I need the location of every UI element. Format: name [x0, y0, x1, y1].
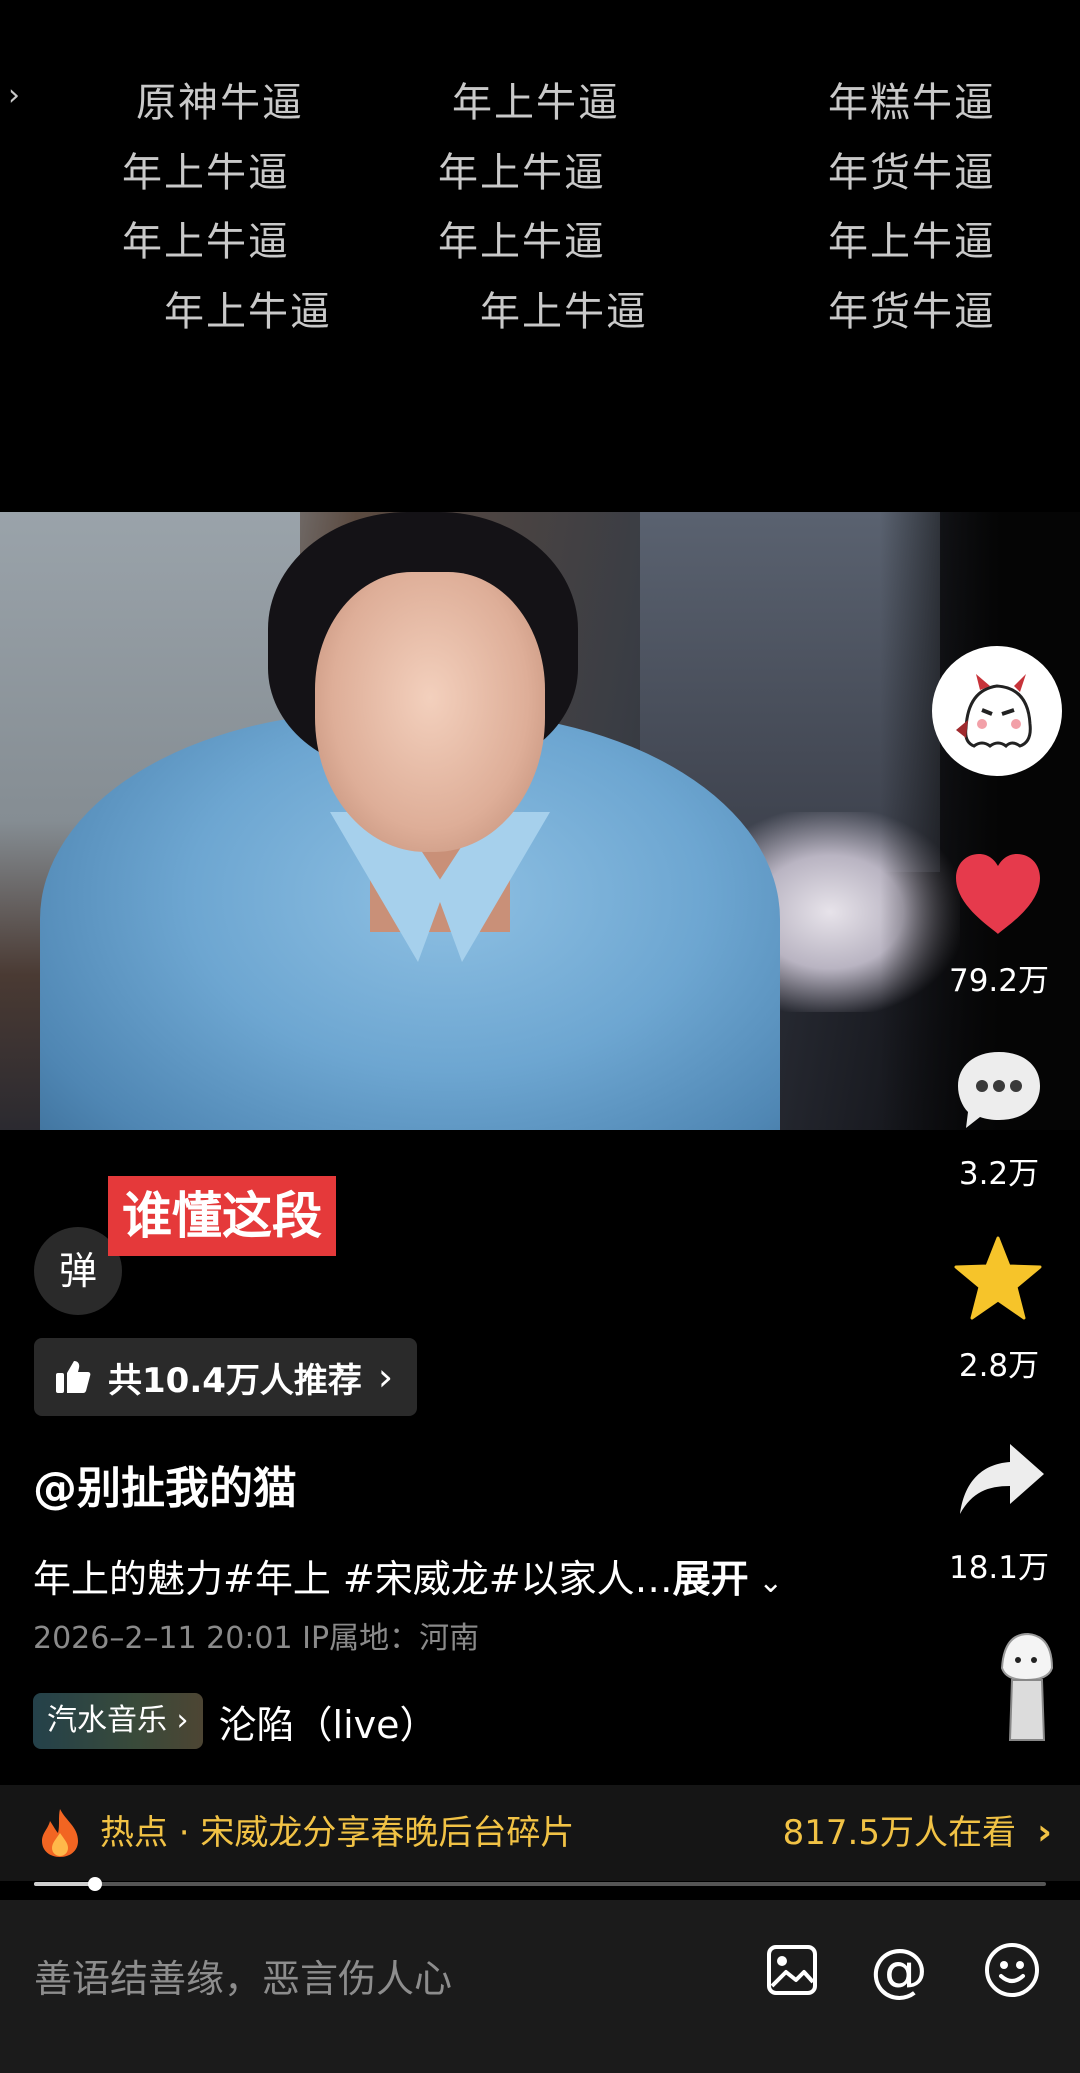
- like-heart-icon[interactable]: [952, 852, 1044, 936]
- chevron-right-icon: ›: [1037, 1812, 1052, 1853]
- mention-icon[interactable]: @: [870, 1936, 928, 2004]
- post-meta: 2026–2–11 20:01 IP属地：河南: [33, 1621, 480, 1656]
- chevron-down-icon: ⌄: [748, 1565, 784, 1600]
- post-description[interactable]: 年上的魅力#年上 #宋威龙#以家人…展开 ⌄: [33, 1548, 783, 1603]
- hot-viewers: 817.5万人在看: [782, 1813, 1016, 1853]
- danmaku-item: 年上牛逼: [122, 150, 290, 196]
- comment-bubble-icon[interactable]: [954, 1048, 1044, 1132]
- danmaku-item: 年上牛逼: [828, 219, 996, 265]
- hot-topic-text: 热点 · 宋威龙分享春晚后台碎片: [100, 1813, 575, 1853]
- flame-icon: [42, 1809, 78, 1857]
- highlight-tag: 谁懂这段: [108, 1176, 336, 1256]
- danmaku-item: 年货牛逼: [828, 150, 996, 196]
- video-progress-handle[interactable]: [88, 1877, 102, 1891]
- comment-input[interactable]: 善语结善缘，恶言伤人心: [34, 1948, 452, 2003]
- collapse-chevron-icon[interactable]: ›: [8, 78, 20, 113]
- recommend-button[interactable]: 共10.4万人推荐 ›: [34, 1338, 418, 1416]
- danmaku-item: 年上牛逼: [122, 219, 290, 265]
- description-text: 年上的魅力#年上 #宋威龙#以家人…: [33, 1557, 673, 1601]
- expand-link[interactable]: 展开: [673, 1557, 749, 1601]
- danmaku-item: 年上牛逼: [480, 289, 648, 335]
- comment-count: 3.2万: [958, 1156, 1040, 1192]
- thumbs-up-icon: [56, 1361, 91, 1393]
- share-count: 18.1万: [948, 1550, 1050, 1586]
- danmaku-item: 年上牛逼: [438, 219, 606, 265]
- music-name[interactable]: 沦陷（live）: [219, 1694, 438, 1749]
- video-progress-track[interactable]: [34, 1882, 1046, 1886]
- danmaku-item: 年上牛逼: [164, 289, 332, 335]
- chevron-right-icon: ›: [377, 1355, 394, 1399]
- danmaku-item: 年上牛逼: [438, 150, 606, 196]
- ghost-avatar-icon: [936, 650, 1058, 772]
- recommend-text: 共10.4万人推荐: [108, 1360, 362, 1401]
- danmaku-item: 年货牛逼: [828, 289, 996, 335]
- favorite-star-icon[interactable]: [954, 1236, 1042, 1320]
- danmaku-item: 年糕牛逼: [828, 80, 996, 126]
- emoji-icon[interactable]: [984, 1942, 1040, 1998]
- image-icon[interactable]: [766, 1944, 818, 1996]
- video-frame[interactable]: [0, 512, 1080, 1130]
- music-row[interactable]: 汽水音乐 › 沦陷（live）: [33, 1693, 438, 1749]
- share-arrow-icon[interactable]: [958, 1440, 1046, 1518]
- author-avatar[interactable]: [932, 646, 1062, 776]
- music-app-chip[interactable]: 汽水音乐 ›: [33, 1693, 203, 1749]
- danmaku-item: 原神牛逼: [136, 80, 304, 126]
- author-name[interactable]: @别扯我的猫: [33, 1452, 297, 1516]
- favorite-count: 2.8万: [958, 1348, 1040, 1384]
- video-progress-fill: [34, 1882, 95, 1886]
- hot-topic-bar[interactable]: 热点 · 宋威龙分享春晚后台碎片 817.5万人在看 ›: [0, 1785, 1080, 1881]
- like-count: 79.2万: [948, 963, 1050, 999]
- music-disc-avatar-icon[interactable]: [992, 1628, 1060, 1746]
- danmaku-item: 年上牛逼: [452, 80, 620, 126]
